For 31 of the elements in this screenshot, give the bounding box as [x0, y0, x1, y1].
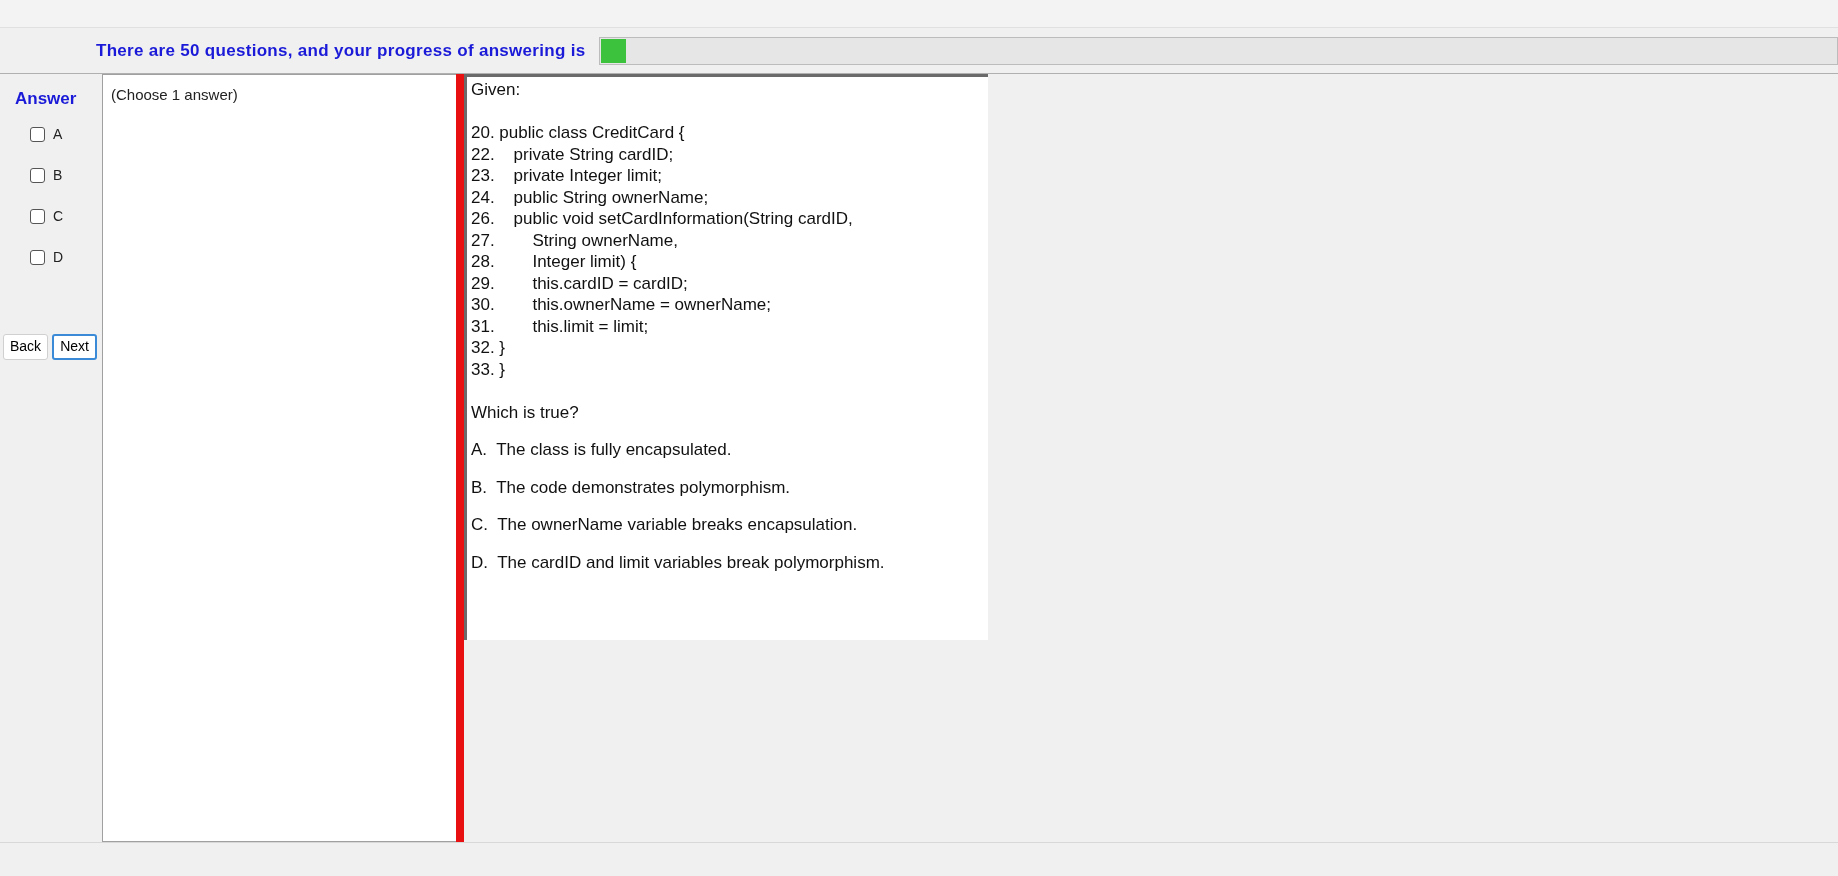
code-line: 31. this.limit = limit; [471, 315, 650, 337]
code-line: 22. private String cardID; [471, 143, 675, 165]
code-line: 32. } [471, 337, 507, 359]
code-line: 23. private Integer limit; [471, 165, 663, 187]
nav-button[interactable]: Next [52, 333, 97, 360]
code-line: 33. } [471, 358, 507, 380]
checkbox[interactable] [30, 126, 45, 142]
code-line: 30. this.ownerName = ownerName; [471, 294, 772, 316]
checkbox[interactable] [30, 167, 45, 183]
progress-label: There are 50 questions, and your progress of answering is [96, 39, 586, 62]
instruction-text: (Choose 1 answer) [111, 86, 238, 103]
choice-text: C. The ownerName variable breaks encapsulation. [471, 514, 859, 536]
code-line: 20. public class CreditCard { [471, 122, 686, 144]
code-line: 24. public String ownerName; [471, 186, 710, 208]
code-line: 28. Integer limit) { [471, 251, 638, 273]
option-label: A [53, 124, 63, 144]
checkbox[interactable] [30, 208, 45, 224]
question-text: Given: [471, 79, 522, 101]
option-label: C [53, 206, 64, 226]
option-label: B [53, 165, 63, 185]
code-line: 29. this.cardID = cardID; [471, 272, 689, 294]
choice-text: D. The cardID and limit variables break polymorphism. [471, 551, 886, 573]
checkbox[interactable] [30, 249, 45, 265]
choice-text: A. The class is fully encapsulated. [471, 439, 733, 461]
option-label: D [53, 247, 64, 267]
code-line: 27. String ownerName, [471, 229, 679, 251]
code-line: 26. public void setCardInformation(String cardID, [471, 208, 854, 230]
answer-title: Answer [15, 88, 78, 110]
question-text: Which is true? [471, 401, 580, 423]
choice-text: B. The code demonstrates polymorphism. [471, 476, 792, 498]
nav-button[interactable]: Back [3, 333, 49, 360]
